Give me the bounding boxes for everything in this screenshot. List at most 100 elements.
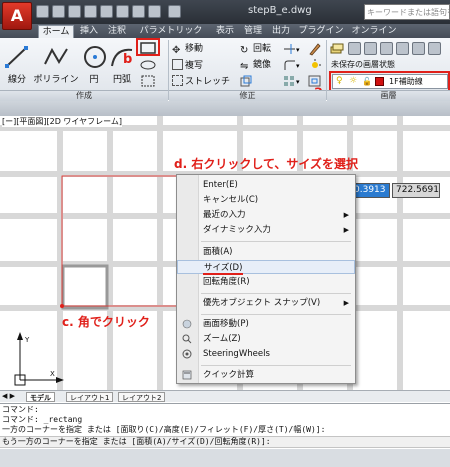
submenu-arrow-icon: ▶: [343, 211, 349, 219]
move-tool[interactable]: ✥ 移動: [172, 43, 203, 56]
open-file-icon[interactable]: [52, 5, 65, 18]
circle-tool[interactable]: 円: [82, 44, 106, 85]
menu-item-cancel[interactable]: キャンセル(C): [177, 193, 355, 207]
workspace-icon[interactable]: [168, 5, 181, 18]
layer-properties-icon[interactable]: [330, 42, 344, 55]
dropdown-icon[interactable]: [148, 5, 161, 18]
redo-icon[interactable]: [132, 5, 145, 18]
steeringwheels-icon: [182, 349, 192, 359]
layer-state-combo[interactable]: 未保存の画層状態: [331, 58, 395, 71]
polyline-tool[interactable]: ポリライン: [32, 44, 80, 85]
command-history-line: コマンド: _rectang: [2, 415, 83, 424]
menu-item-recent-input[interactable]: 最近の入力 ▶: [177, 208, 355, 222]
draw-panel-title[interactable]: 作成: [0, 90, 168, 101]
mirror-tool[interactable]: ⇋ 鏡像: [240, 59, 271, 72]
menu-item-osnap-override[interactable]: 優先オブジェクト スナップ(V) ▶: [177, 296, 355, 310]
tab-layout1[interactable]: レイアウト1: [66, 392, 114, 402]
menu-item-dynamic-input[interactable]: ダイナミック入力 ▶: [177, 223, 355, 237]
stretch-tool-label: ストレッチ: [185, 77, 231, 87]
menu-separator: [201, 293, 351, 294]
layers-panel-title[interactable]: 画層: [327, 90, 450, 101]
undo-icon[interactable]: [116, 5, 129, 18]
tab-annotate[interactable]: 注釈: [104, 25, 130, 38]
explode-icon[interactable]: [308, 59, 322, 71]
modify-panel-title[interactable]: 修正: [169, 90, 326, 101]
print-icon[interactable]: [100, 5, 113, 18]
region-icon[interactable]: [139, 74, 157, 88]
menu-item-size[interactable]: サイズ(D): [177, 260, 355, 274]
copy-tool[interactable]: 複写: [172, 59, 203, 72]
tab-home[interactable]: ホーム: [38, 25, 74, 38]
layer-tool-icon[interactable]: [380, 42, 393, 55]
move-icon: ✥: [172, 45, 181, 56]
menu-item-area[interactable]: 面積(A): [177, 245, 355, 259]
mirror-tool-label: 鏡像: [253, 60, 272, 70]
search-input[interactable]: キーワードまたは語句を入力: [364, 4, 450, 20]
polyline-tool-label: ポリライン: [33, 75, 79, 85]
menu-item-label: ズーム(Z): [203, 334, 241, 344]
menu-item-zoom[interactable]: ズーム(Z): [177, 332, 355, 346]
circle-tool-label: 円: [89, 75, 99, 85]
submenu-arrow-icon: ▶: [343, 226, 349, 234]
layer-tool-icon[interactable]: [428, 42, 441, 55]
tab-output[interactable]: 出力: [268, 25, 294, 38]
dynamic-input-x[interactable]: 0.3913: [350, 183, 390, 198]
application-menu-button[interactable]: A: [2, 2, 32, 30]
tab-plugins[interactable]: プラグイン: [296, 25, 346, 38]
command-input[interactable]: もう一方のコーナーを指定 または [面積(A)/サイズ(D)/回転角度(R)]:: [0, 436, 450, 448]
arc-tool-label: 円弧: [112, 75, 131, 85]
hatch-icon[interactable]: [139, 58, 157, 72]
new-file-icon[interactable]: [36, 5, 49, 18]
command-window: コマンド: コマンド: _rectang 一方のコーナーを指定 または [面取り…: [0, 403, 450, 467]
trim-icon[interactable]: ▾: [283, 43, 303, 55]
title-bar: A stepB_e.dwg キーワードまたは語句を入力: [0, 0, 450, 30]
menu-item-label: 最近の入力: [203, 210, 246, 220]
line-icon: [5, 46, 28, 68]
viewport-controls[interactable]: [ー][平面図][2D ワイヤフレーム]: [2, 116, 123, 127]
tab-layout2[interactable]: レイアウト2: [118, 392, 166, 402]
calculator-icon: [182, 370, 192, 380]
menu-item-rotation[interactable]: 回転角度(R): [177, 275, 355, 289]
tab-online[interactable]: オンライン: [348, 25, 400, 38]
menu-item-steeringwheels[interactable]: SteeringWheels: [177, 347, 355, 361]
scale-icon[interactable]: [240, 75, 252, 87]
pan-icon: [182, 319, 192, 329]
layer-tool-icon[interactable]: [348, 42, 361, 55]
context-menu: Enter(E) キャンセル(C) 最近の入力 ▶ ダイナミック入力 ▶ 面積(A)…: [176, 174, 356, 384]
tab-parametric[interactable]: パラメトリック: [132, 25, 210, 38]
submenu-arrow-icon: ▶: [343, 299, 349, 307]
rotate-tool[interactable]: ↻ 回転: [240, 43, 271, 56]
menu-item-label: 面積(A): [203, 247, 233, 257]
array-icon[interactable]: ▾: [283, 75, 303, 87]
save-as-icon[interactable]: [84, 5, 97, 18]
tab-model[interactable]: モデル: [26, 392, 55, 402]
annotation-d: d. 右クリックして、サイズを選択: [174, 157, 359, 171]
command-prompt: もう一方のコーナーを指定 または [面積(A)/サイズ(D)/回転角度(R)]:: [2, 437, 271, 446]
svg-text:▾: ▾: [296, 62, 300, 70]
tab-scroll-icon[interactable]: ◀ ▶: [2, 392, 15, 400]
tab-insert[interactable]: 挿入: [76, 25, 102, 38]
menu-item-label: クイック計算: [203, 370, 255, 380]
ribbon-tabs: ホーム 挿入 注釈 パラメトリック 表示 管理 出力 プラグイン オンライン: [0, 24, 450, 38]
fillet-icon[interactable]: ▾: [283, 59, 303, 71]
menu-item-quickcalc[interactable]: クイック計算: [177, 368, 355, 382]
dynamic-input-y[interactable]: 722.5691: [392, 183, 440, 198]
menu-item-pan[interactable]: 画面移動(P): [177, 317, 355, 331]
stretch-tool[interactable]: ストレッチ: [172, 75, 230, 88]
zoom-icon: [182, 334, 192, 344]
layer-tool-icon[interactable]: [364, 42, 377, 55]
status-bar: [0, 449, 450, 467]
tab-view[interactable]: 表示: [212, 25, 238, 38]
svg-text:▾: ▾: [296, 78, 300, 86]
stretch-icon: [172, 75, 183, 86]
erase-icon[interactable]: [308, 42, 322, 56]
menu-item-label: ダイナミック入力: [203, 225, 271, 235]
layer-tool-icon[interactable]: [396, 42, 409, 55]
layer-tool-icon[interactable]: [412, 42, 425, 55]
menu-item-enter[interactable]: Enter(E): [177, 178, 355, 192]
tab-manage[interactable]: 管理: [240, 25, 266, 38]
save-icon[interactable]: [68, 5, 81, 18]
line-tool[interactable]: 線分: [4, 44, 30, 85]
circle-icon: [84, 46, 106, 68]
svg-text:▾: ▾: [296, 46, 300, 54]
